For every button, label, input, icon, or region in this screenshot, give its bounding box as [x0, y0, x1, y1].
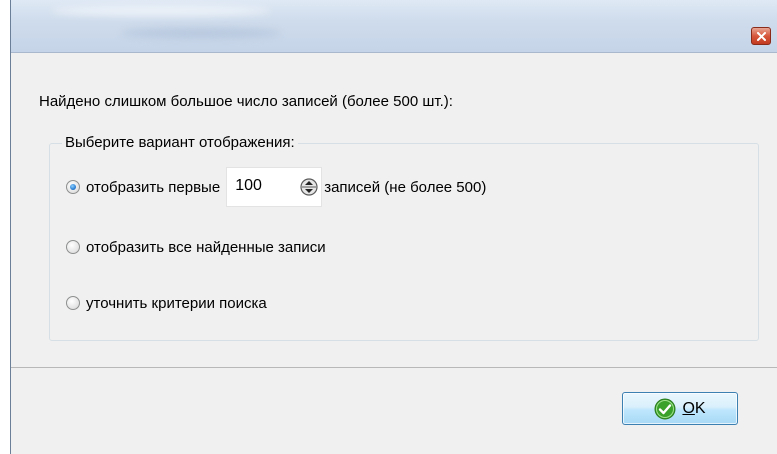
spin-arrows-icon	[300, 178, 318, 196]
ok-mnemonic: O	[682, 399, 695, 417]
message-text: Найдено слишком большое число записей (б…	[39, 93, 453, 110]
dialog-content: Найдено слишком большое число записей (б…	[11, 53, 777, 367]
count-spinner[interactable]: 100	[226, 167, 323, 207]
ok-label-rest: K	[694, 399, 706, 417]
option-refine-search[interactable]: уточнить критерии поиска	[66, 292, 267, 314]
group-label: Выберите вариант отображения:	[62, 134, 298, 151]
ok-label: OK	[682, 400, 705, 418]
radio-show-all[interactable]	[66, 240, 80, 254]
option-show-first[interactable]: отобразить первые 100 записей (не более …	[66, 167, 487, 207]
ok-button[interactable]: OK	[622, 392, 738, 425]
radio-show-first[interactable]	[66, 180, 80, 194]
count-value[interactable]: 100	[227, 168, 297, 206]
dialog-footer: OK	[11, 368, 777, 454]
title-bar-glow	[121, 28, 281, 38]
radio-refine-search[interactable]	[66, 296, 80, 310]
title-bar-glow	[51, 6, 271, 16]
spin-arrows[interactable]	[297, 168, 321, 206]
option-refine-search-label: уточнить критерии поиска	[86, 294, 267, 312]
title-bar	[11, 0, 777, 53]
option-show-all[interactable]: отобразить все найденные записи	[66, 236, 326, 258]
check-circle-icon	[654, 398, 676, 419]
close-button[interactable]	[751, 27, 771, 45]
display-options-group: Выберите вариант отображения: отобразить…	[49, 134, 759, 341]
option-show-all-label: отобразить все найденные записи	[86, 238, 326, 256]
close-icon	[756, 31, 766, 41]
option-show-first-label: отобразить первые	[86, 178, 221, 196]
option-show-first-suffix: записей (не более 500)	[324, 178, 487, 196]
dialog-window: Найдено слишком большое число записей (б…	[10, 0, 777, 454]
